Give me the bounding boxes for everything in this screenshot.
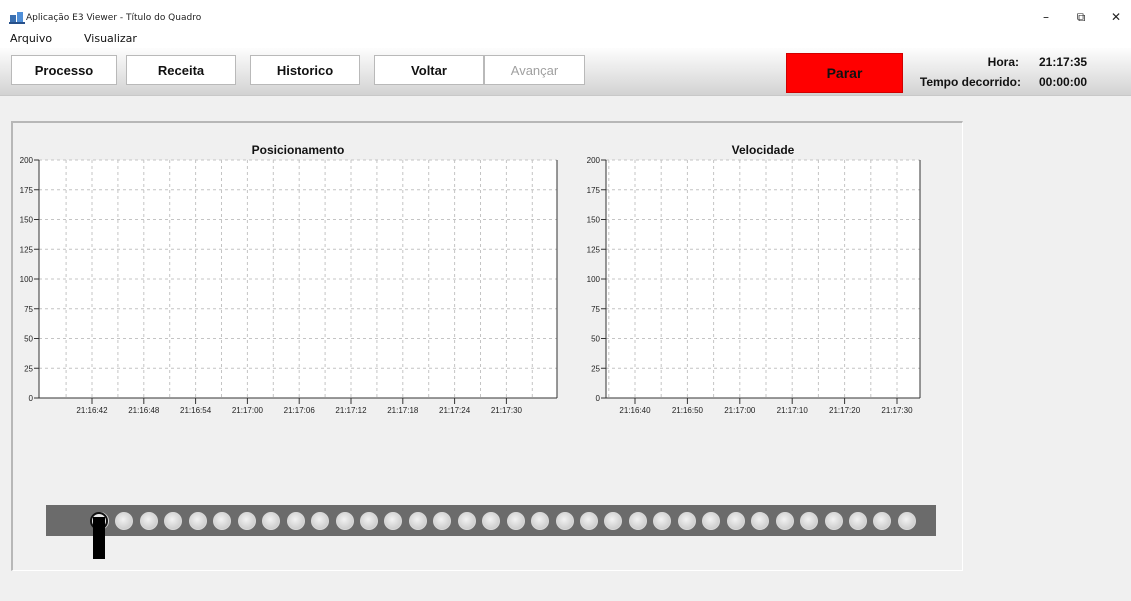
chart-title: Posicionamento <box>252 143 345 157</box>
e3-viewer-icon <box>9 12 25 24</box>
processo-button[interactable]: Processo <box>11 55 117 85</box>
tempo-decorrido-label: Tempo decorrido: <box>919 75 1021 89</box>
x-tick-label: 21:17:00 <box>232 406 264 415</box>
receita-button[interactable]: Receita <box>126 55 236 85</box>
x-tick-label: 21:17:06 <box>284 406 316 415</box>
conveyor-roller <box>531 512 550 530</box>
hora-label: Hora: <box>987 55 1019 69</box>
y-tick-label: 25 <box>591 364 600 373</box>
x-tick-label: 21:17:30 <box>881 406 913 415</box>
y-tick-label: 150 <box>20 216 34 225</box>
y-tick-label: 200 <box>587 156 601 165</box>
conveyor-roller <box>188 512 207 530</box>
posicionamento-chart: Posicionamento 0 25 50 75 100 125 150 175 200 21:1… <box>20 143 558 415</box>
y-tick-label: 25 <box>24 364 33 373</box>
x-tick-label: 21:17:30 <box>491 406 523 415</box>
y-tick-label: 50 <box>591 335 600 344</box>
conveyor-roller <box>555 512 574 530</box>
y-tick-label: 125 <box>20 245 34 254</box>
conveyor-roller <box>628 512 647 530</box>
y-tick-label: 0 <box>29 394 34 403</box>
conveyor-roller <box>580 512 598 530</box>
y-tick-label: 150 <box>587 216 601 225</box>
y-tick-label: 75 <box>591 305 600 314</box>
tempo-decorrido-value: 00:00:00 <box>1039 75 1088 89</box>
voltar-button[interactable]: Voltar <box>374 55 484 85</box>
menu-arquivo[interactable]: Arquivo <box>10 32 52 45</box>
conveyor-roller <box>335 512 354 530</box>
menu-bar: Arquivo Visualizar <box>0 30 1131 48</box>
velocidade-chart: Velocidade 0 25 50 75 100 125 150 175 200 21:16:40… <box>587 143 921 415</box>
x-tick-label: 21:17:18 <box>387 406 419 415</box>
x-tick-label: 21:16:42 <box>76 406 108 415</box>
conveyor-roller <box>237 512 256 530</box>
conveyor-roller <box>775 512 794 530</box>
conveyor-roller <box>286 512 305 530</box>
x-tick-label: 21:16:40 <box>619 406 651 415</box>
conveyor-roller <box>726 512 745 530</box>
y-tick-label: 100 <box>587 275 601 284</box>
chart-title: Velocidade <box>732 143 795 157</box>
x-tick-label: 21:16:50 <box>672 406 704 415</box>
avancar-button[interactable]: Avançar <box>484 55 585 85</box>
title-bar: Aplicação E3 Viewer - Título do Quadro –… <box>0 0 1131 30</box>
y-tick-label: 75 <box>24 305 33 314</box>
conveyor-roller <box>677 512 696 530</box>
conveyor-roller <box>897 512 916 530</box>
parar-button[interactable]: Parar <box>786 53 903 93</box>
minimize-button[interactable]: – <box>1031 6 1061 28</box>
conveyor-roller <box>848 512 867 530</box>
hora-value: 21:17:35 <box>1039 55 1088 69</box>
x-tick-label: 21:16:54 <box>180 406 212 415</box>
y-tick-label: 125 <box>587 245 601 254</box>
y-tick-label: 50 <box>24 335 33 344</box>
y-tick-label: 0 <box>596 394 601 403</box>
historico-button[interactable]: Historico <box>250 55 360 85</box>
window-title: Aplicação E3 Viewer - Título do Quadro <box>26 13 202 23</box>
conveyor-roller <box>506 512 525 530</box>
close-button[interactable]: ✕ <box>1101 6 1131 28</box>
y-tick-label: 175 <box>587 186 601 195</box>
conveyor-roller <box>408 512 427 530</box>
conveyor-roller <box>824 512 843 530</box>
conveyor-roller <box>359 512 378 530</box>
x-tick-label: 21:17:20 <box>829 406 861 415</box>
y-tick-label: 100 <box>20 275 34 284</box>
x-tick-label: 21:17:24 <box>439 406 471 415</box>
conveyor-roller <box>800 512 819 530</box>
x-tick-label: 21:17:12 <box>335 406 367 415</box>
conveyor-roller <box>311 512 330 530</box>
restore-button[interactable]: ⧉ <box>1066 6 1096 28</box>
x-tick-label: 21:16:48 <box>128 406 160 415</box>
position-marker <box>93 517 105 559</box>
conveyor-roller <box>457 512 476 530</box>
x-tick-label: 21:17:10 <box>777 406 809 415</box>
x-tick-label: 21:17:00 <box>724 406 756 415</box>
conveyor-roller <box>139 512 158 530</box>
y-tick-label: 175 <box>20 186 34 195</box>
y-tick-label: 200 <box>20 156 34 165</box>
menu-visualizar[interactable]: Visualizar <box>84 32 137 45</box>
